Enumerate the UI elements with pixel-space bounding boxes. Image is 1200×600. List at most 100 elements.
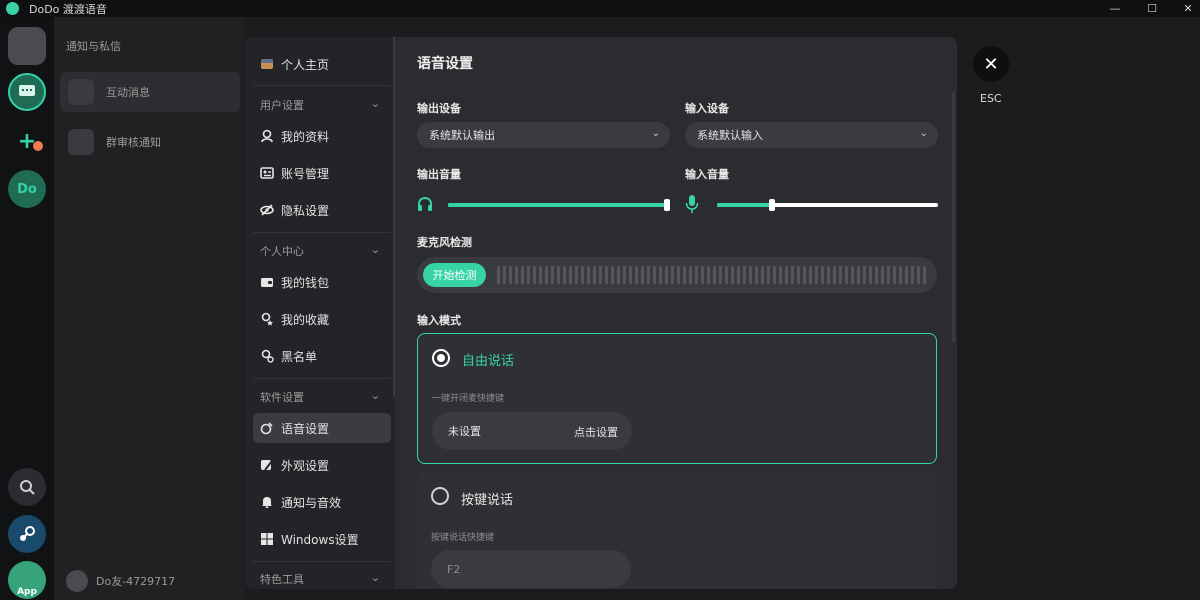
minimize-button[interactable]: — — [1095, 0, 1135, 17]
voice-icon — [259, 421, 274, 436]
nav-item-notifications[interactable]: 通知与音效 — [253, 487, 391, 517]
meter-bar — [911, 266, 914, 284]
push-to-talk-label: 按键说话 — [461, 493, 514, 508]
meter-bar — [587, 266, 590, 284]
nav-item-label: 我的钱包 — [281, 275, 330, 290]
meter-bar — [881, 266, 884, 284]
meter-bar — [641, 266, 644, 284]
nav-item-wallet[interactable]: 我的钱包 — [253, 267, 391, 297]
meter-bar — [563, 266, 566, 284]
meter-bar — [689, 266, 692, 284]
nav-item-profile[interactable]: 个人主页 — [253, 49, 391, 79]
maximize-button[interactable]: ☐ — [1132, 0, 1172, 17]
nav-item-account[interactable]: 账号管理 — [253, 158, 391, 188]
list-item: 群审核通知 — [60, 122, 240, 162]
dodo-server-icon[interactable]: Do — [8, 170, 46, 208]
divider — [253, 378, 391, 379]
output-volume-slider[interactable] — [448, 199, 670, 211]
input-volume-slider[interactable] — [717, 199, 938, 211]
list-item: 互动消息 — [60, 72, 240, 112]
app-icon[interactable]: App — [8, 561, 46, 599]
section-label: 软件设置 — [260, 391, 304, 404]
push-to-talk-hotkey-field[interactable]: F2 — [431, 550, 631, 588]
meter-bar — [509, 266, 512, 284]
meter-bar — [647, 266, 650, 284]
meter-bar — [803, 266, 806, 284]
start-mic-test-button[interactable]: 开始检测 — [423, 263, 486, 287]
divider — [253, 561, 391, 562]
free-talk-radio[interactable] — [432, 349, 450, 367]
nav-item-privacy[interactable]: 隐私设置 — [253, 195, 391, 225]
avatar[interactable] — [8, 27, 46, 65]
meter-bar — [815, 266, 818, 284]
meter-bar — [875, 266, 878, 284]
nav-item-label: 个人主页 — [281, 57, 330, 72]
search-server-icon[interactable] — [8, 468, 46, 506]
close-window-button[interactable]: ✕ — [1168, 0, 1200, 17]
output-device-value: 系统默认输出 — [429, 129, 495, 142]
free-talk-hotkey-value: 未设置 — [448, 425, 481, 438]
input-device-value: 系统默认输入 — [697, 129, 763, 142]
meter-bar — [623, 266, 626, 284]
nav-item-windows-settings[interactable]: Windows设置 — [253, 524, 391, 554]
output-volume-thumb[interactable] — [664, 199, 670, 211]
microphone-icon — [685, 194, 699, 218]
meter-bar — [923, 266, 926, 284]
chevron-down-icon: ⌄ — [370, 389, 380, 402]
block-user-icon — [259, 349, 274, 364]
meter-bar — [797, 266, 800, 284]
nav-item-voice-settings[interactable]: 语音设置 — [253, 413, 391, 443]
mode-card-push-to-talk[interactable]: 按键说话 按键说话快捷键 F2 — [417, 472, 937, 589]
book-icon — [68, 129, 94, 155]
meter-bar — [521, 266, 524, 284]
nav-section-software-settings[interactable]: 软件设置 ⌄ — [260, 389, 380, 405]
esc-label: ESC — [980, 92, 1002, 105]
output-volume-fill — [448, 203, 670, 207]
meter-bar — [695, 266, 698, 284]
meter-bar — [635, 266, 638, 284]
meter-bar — [659, 266, 662, 284]
nav-section-personal-center[interactable]: 个人中心 ⌄ — [260, 243, 380, 259]
meter-bar — [779, 266, 782, 284]
nav-section-special-tools[interactable]: 特色工具 ⌄ — [260, 571, 380, 587]
meter-bar — [791, 266, 794, 284]
esc-close-button[interactable]: ✕ — [973, 46, 1009, 82]
messages-icon[interactable] — [8, 73, 46, 111]
meter-bar — [497, 266, 500, 284]
push-to-talk-radio[interactable] — [431, 487, 449, 505]
windows-icon — [259, 532, 274, 547]
meter-bar — [719, 266, 722, 284]
output-device-select[interactable]: 系统默认输出 ⌄ — [417, 122, 670, 148]
meter-bar — [827, 266, 830, 284]
nav-item-label: 语音设置 — [281, 421, 330, 436]
nav-item-my-profile[interactable]: 我的资料 — [253, 121, 391, 151]
set-hotkey-button[interactable]: 点击设置 — [574, 424, 618, 440]
free-talk-hotkey-field[interactable]: 未设置 点击设置 — [432, 412, 632, 450]
meter-bar — [863, 266, 866, 284]
input-volume-thumb[interactable] — [769, 199, 776, 211]
nav-item-blacklist[interactable]: 黑名单 — [253, 341, 391, 371]
background-header: 通知与私信 — [66, 40, 121, 53]
divider — [253, 85, 391, 86]
free-talk-hotkey-label: 一键开闭麦快捷键 — [432, 394, 505, 404]
content-scrollbar[interactable] — [952, 92, 955, 342]
nav-item-appearance[interactable]: 外观设置 — [253, 450, 391, 480]
meter-bar — [545, 266, 548, 284]
meter-bar — [887, 266, 890, 284]
meter-bar — [917, 266, 920, 284]
mode-card-free-talk[interactable]: 自由说话 一键开闭麦快捷键 未设置 点击设置 — [417, 333, 937, 464]
nav-section-user-settings[interactable]: 用户设置 ⌄ — [260, 97, 380, 113]
page-title: 语音设置 — [417, 56, 473, 72]
nav-item-favorites[interactable]: 我的收藏 — [253, 304, 391, 334]
id-card-icon — [259, 166, 274, 181]
input-volume-label: 输入音量 — [685, 168, 729, 181]
meter-bar — [845, 266, 848, 284]
steam-icon[interactable] — [8, 515, 46, 553]
meter-bar — [527, 266, 530, 284]
push-to-talk-hotkey-value: F2 — [447, 562, 461, 576]
meter-bar — [677, 266, 680, 284]
push-to-talk-hotkey-label: 按键说话快捷键 — [431, 533, 495, 543]
input-device-select[interactable]: 系统默认输入 ⌄ — [685, 122, 938, 148]
nav-item-label: 外观设置 — [281, 458, 330, 473]
meter-bar — [749, 266, 752, 284]
